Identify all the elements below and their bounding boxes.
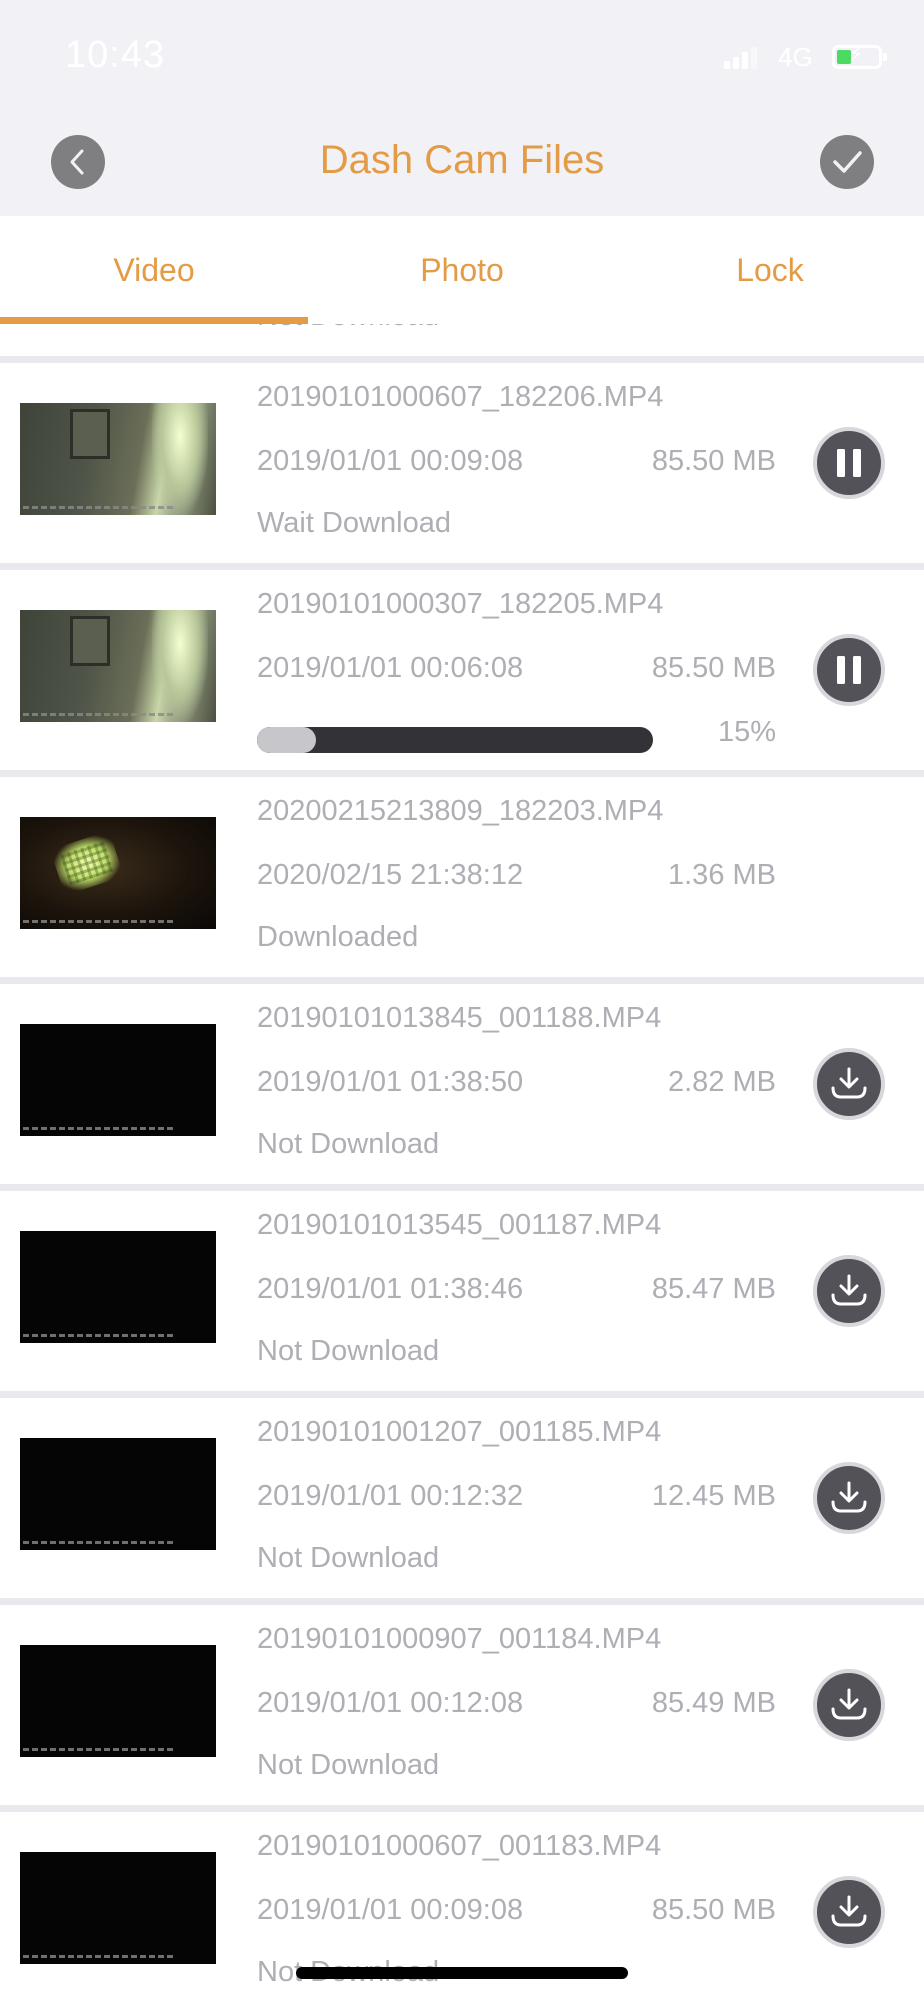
- file-datetime: 2019/01/01 00:12:32: [257, 1480, 524, 1512]
- navigation-bar: 10:43 4G ⚡ Dash Cam Files: [0, 0, 924, 216]
- download-status: Not Download: [257, 1335, 440, 1367]
- file-size: 12.45 MB: [651, 1480, 776, 1512]
- list-item[interactable]: 20190101001207_001185.MP4 2019/01/01 00:1…: [0, 1398, 924, 1598]
- list-item[interactable]: 20190101013545_001187.MP4 2019/01/01 01:3…: [0, 1191, 924, 1391]
- file-datetime: 2019/01/01 00:12:08: [257, 1687, 524, 1719]
- file-datetime: 2019/01/01 01:38:46: [257, 1273, 524, 1305]
- video-thumbnail[interactable]: [20, 1645, 216, 1757]
- page-title: Dash Cam Files: [319, 138, 605, 182]
- tab-bar: Video Photo Lock: [0, 216, 924, 324]
- download-icon: [829, 1894, 869, 1930]
- status-time: 10:43: [65, 34, 166, 76]
- file-size: 85.50 MB: [651, 652, 776, 684]
- video-thumbnail[interactable]: [20, 817, 216, 929]
- download-progress-fill: [257, 727, 317, 753]
- tab-lock[interactable]: Lock: [616, 216, 924, 324]
- download-button[interactable]: [813, 1048, 885, 1120]
- pause-download-button[interactable]: [813, 427, 885, 499]
- battery-icon: ⚡: [832, 45, 887, 69]
- file-name: 20190101001207_001185.MP4: [257, 1416, 662, 1448]
- file-size: 85.49 MB: [651, 1687, 776, 1719]
- download-icon: [829, 1273, 869, 1309]
- pause-download-button[interactable]: [813, 634, 885, 706]
- download-button[interactable]: [813, 1669, 885, 1741]
- file-size: 2.82 MB: [668, 1066, 776, 1098]
- file-size: 85.47 MB: [651, 1273, 776, 1305]
- file-datetime: 2019/01/01 00:09:08: [257, 445, 524, 477]
- download-button[interactable]: [813, 1462, 885, 1534]
- download-percent: 15%: [717, 716, 776, 748]
- list-item[interactable]: 20190101000907_001184.MP4 2019/01/01 00:1…: [0, 1605, 924, 1805]
- video-thumbnail[interactable]: [20, 403, 216, 515]
- tab-photo[interactable]: Photo: [308, 216, 616, 324]
- pause-icon: [832, 652, 866, 688]
- tab-selected-indicator: [0, 317, 308, 324]
- download-button[interactable]: [813, 1876, 885, 1948]
- confirm-button[interactable]: [820, 135, 874, 189]
- file-name: 20190101013545_001187.MP4: [257, 1209, 662, 1241]
- checkmark-icon: [833, 151, 862, 173]
- download-status: Not Download: [257, 1749, 440, 1781]
- file-datetime: 2019/01/01 00:09:08: [257, 1894, 524, 1926]
- home-indicator: [296, 1967, 628, 1979]
- tab-video[interactable]: Video: [0, 216, 308, 324]
- list-item[interactable]: 20200215213809_182203.MP4 2020/02/15 21:3…: [0, 777, 924, 977]
- network-type: 4G: [778, 42, 813, 72]
- file-name: 20200215213809_182203.MP4: [257, 795, 664, 827]
- download-status: Not Download: [257, 1128, 440, 1160]
- file-name: 20190101000907_001184.MP4: [257, 1623, 662, 1655]
- file-size: 1.36 MB: [668, 859, 776, 891]
- file-name: 20190101013845_001188.MP4: [257, 1002, 662, 1034]
- video-thumbnail[interactable]: [20, 1024, 216, 1136]
- list-item[interactable]: 20190101000307_182205.MP4 2019/01/01 00:0…: [0, 570, 924, 770]
- download-button[interactable]: [813, 1255, 885, 1327]
- file-size: 85.50 MB: [651, 445, 776, 477]
- file-list[interactable]: 20190101001207_182207.MP42019/01/01 00:1…: [0, 274, 924, 2000]
- screen: 20190101001207_182207.MP42019/01/01 00:1…: [0, 0, 924, 2000]
- download-status: Wait Download: [257, 507, 451, 539]
- video-thumbnail[interactable]: [20, 610, 216, 722]
- file-name: 20190101000607_182206.MP4: [257, 381, 664, 413]
- download-status: Not Download: [257, 1542, 440, 1574]
- video-thumbnail[interactable]: [20, 1438, 216, 1550]
- list-item[interactable]: 20190101000607_182206.MP4 2019/01/01 00:0…: [0, 363, 924, 563]
- file-datetime: 2019/01/01 00:06:08: [257, 652, 524, 684]
- file-name: 20190101000607_001183.MP4: [257, 1830, 662, 1862]
- file-name: 20190101000307_182205.MP4: [257, 588, 664, 620]
- download-progress-bar: [257, 727, 653, 753]
- file-size: 85.50 MB: [651, 1894, 776, 1926]
- list-item[interactable]: 20190101013845_001188.MP4 2019/01/01 01:3…: [0, 984, 924, 1184]
- file-datetime: 2019/01/01 01:38:50: [257, 1066, 524, 1098]
- download-icon: [829, 1480, 869, 1516]
- signal-icon: [724, 45, 757, 69]
- download-icon: [829, 1687, 869, 1723]
- file-datetime: 2020/02/15 21:38:12: [257, 859, 524, 891]
- video-thumbnail[interactable]: [20, 1852, 216, 1964]
- pause-icon: [832, 445, 866, 481]
- download-icon: [829, 1066, 869, 1102]
- video-thumbnail[interactable]: [20, 1231, 216, 1343]
- download-status: Downloaded: [257, 921, 419, 953]
